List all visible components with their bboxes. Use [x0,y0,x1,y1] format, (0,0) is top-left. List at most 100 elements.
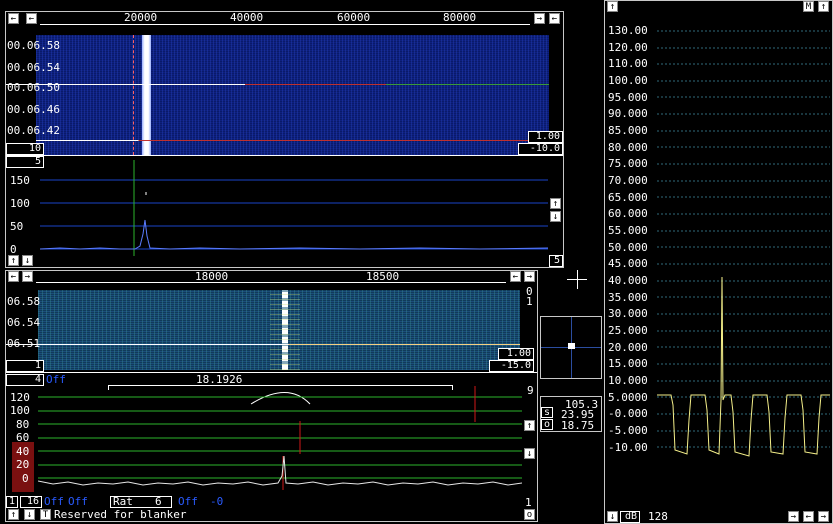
main-waterfall-gain[interactable]: 1.00 [528,131,563,143]
baseband-scroll-right-button[interactable]: → [22,271,33,282]
main-up-button[interactable]: ↑ [8,255,19,266]
bottom-value-2[interactable]: 16 [20,496,42,508]
graph-y-tick: 50.000 [608,241,648,254]
baseband-left-value[interactable]: 1 [6,360,44,372]
main-waterfall-signal [142,35,151,155]
graph-down-button[interactable]: ↓ [607,511,618,522]
graph-up-button[interactable]: ↑ [607,1,618,12]
graph-y-tick: 80.000 [608,141,648,154]
spectrum-tick: 100 [10,197,30,210]
baseband-spectrum [37,386,523,496]
time-tick: 00.06.58 [7,39,60,52]
main-freq-scale [40,24,530,25]
center-frequency: 18.1926 [196,373,243,386]
freq-tick: 60000 [337,11,371,24]
main-spectrum-avg[interactable]: 5 [6,156,44,168]
bottom-o-button[interactable]: o [524,509,535,520]
baseband-freq-scale [36,282,506,283]
graph-y-tick: 5.0000 [608,391,648,404]
bottom-tag-4[interactable]: -0 [210,495,223,508]
main-right-arrow-button[interactable]: ← [549,13,560,24]
graph-y-tick: 120.00 [608,41,648,54]
bottom-tag-3[interactable]: Off [178,495,198,508]
graph-unit-label[interactable]: dB [620,511,640,523]
baseband-spectrum-tick: 60 [16,431,30,444]
meter-o-label[interactable]: o [541,419,553,430]
baseband-waterfall-gain[interactable]: 1.00 [498,348,534,360]
baseband-freq-tick: 18500 [366,270,400,283]
baseband-spectrum-tick: 20 [16,458,30,471]
baseband-right-value: 1 [526,295,533,308]
baseband-spectrum-tick: 0 [22,472,29,485]
graph-y-tick: 25.000 [608,324,648,337]
freq-tick: 20000 [124,11,158,24]
graph-y-tick: 130.00 [608,24,648,37]
baseband-waterfall-offset[interactable]: -15.0 [489,360,534,372]
main-waterfall-marker [133,35,135,155]
main-spectrum-plot [39,160,549,256]
meter-o-value: 18.75 [561,419,595,432]
baseband-signal-side [270,290,300,370]
right-graph-plot [657,20,830,512]
scroll-left-button[interactable]: ← [26,13,37,24]
graph-footer-value: 128 [648,510,668,523]
graph-right-button[interactable]: ← [803,511,814,522]
reserved-blanker-text: Reserved for blanker [54,508,187,521]
main-average-value[interactable]: 10 [6,143,44,155]
graph-y-tick: -10.00 [608,441,648,454]
right-graph-svg [657,30,830,457]
graph-y-tick: 65.000 [608,191,648,204]
time-tick: 00.06.54 [7,61,60,74]
graph-y-tick: 15.000 [608,357,648,370]
graph-y-tick: 35.000 [608,291,648,304]
main-down-button[interactable]: ↓ [22,255,33,266]
bottom-value-1[interactable]: 1 [6,496,18,508]
spectrum-tick: 150 [10,174,30,187]
bottom-t-button[interactable]: T [40,509,51,520]
freq-tick: 80000 [443,11,477,24]
baseband-down-button[interactable]: ↓ [524,448,535,459]
graph-y-tick: 30.000 [608,307,648,320]
bottom-tag-2[interactable]: Off [68,495,88,508]
baseband-spectrum-tag[interactable]: Off [46,373,66,386]
bottom-down-button[interactable]: ↓ [24,509,35,520]
graph-y-tick: 85.000 [608,124,648,137]
spectrum-separator [6,155,563,156]
freq-tick: 40000 [230,11,264,24]
main-waterfall [36,35,549,155]
main-left-arrow-button[interactable]: ← [8,13,19,24]
graph-end-button[interactable]: → [818,511,829,522]
baseband-right-left-button[interactable]: ← [510,271,521,282]
spectrum-up-button[interactable]: ↑ [550,198,561,209]
graph-y-tick: 60.000 [608,207,648,220]
bottom-tag-1[interactable]: Off [44,495,64,508]
meter-s-label[interactable]: s [541,407,553,418]
graph-m-button[interactable]: M [803,1,814,12]
baseband-up-button[interactable]: ↑ [524,420,535,431]
time-tick: 00.06.42 [7,124,60,137]
main-spectrum-right-value[interactable]: 5 [549,255,563,267]
graph-y-tick: 100.00 [608,74,648,87]
baseband-time-tick: 06.54 [7,316,41,329]
graph-y-tick: 20.000 [608,341,648,354]
baseband-right-top-value: 9 [527,384,534,397]
baseband-spectrum-avg[interactable]: 4 [6,374,44,386]
polar-point [568,343,575,349]
baseband-scroll-left-button[interactable]: ← [8,271,19,282]
time-tick: 00.06.50 [7,81,60,94]
graph-y-tick: -0.000 [608,407,648,420]
graph-left-button[interactable]: → [788,511,799,522]
rat-value: 6 [155,495,162,508]
baseband-time-tick: 06.51 [7,337,41,350]
graph-up-right-button[interactable]: ↑ [818,1,829,12]
graph-y-tick: -5.000 [608,424,648,437]
bottom-up-button[interactable]: ↑ [8,509,19,520]
mouse-cursor-icon-v [577,270,578,289]
scroll-right-button[interactable]: → [534,13,545,24]
spectrum-down-button[interactable]: ↓ [550,211,561,222]
baseband-spectrum-tick: 80 [16,418,30,431]
baseband-spectrum-tick: 40 [16,445,30,458]
main-waterfall-cursor [6,84,549,85]
baseband-right-right-button[interactable]: → [524,271,535,282]
main-waterfall-offset[interactable]: -10.0 [518,143,563,155]
